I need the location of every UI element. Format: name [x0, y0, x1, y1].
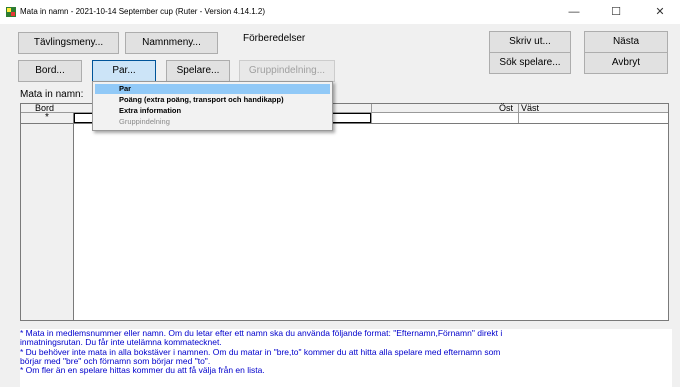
title-bar: Mata in namn - 2021-10-14 September cup …: [0, 0, 680, 24]
nasta-button[interactable]: Nästa: [584, 31, 668, 53]
window-title: Mata in namn - 2021-10-14 September cup …: [20, 7, 266, 16]
entry-grid[interactable]: Bord Öst Väst *: [20, 103, 669, 321]
par-button[interactable]: Par...: [92, 60, 156, 82]
menu-item-poang[interactable]: Poäng (extra poäng, transport och handik…: [95, 95, 330, 105]
column-header-vast: Väst: [521, 103, 540, 113]
app-icon: [6, 7, 16, 17]
row-header-column: [21, 104, 74, 320]
skriv-ut-button[interactable]: Skriv ut...: [489, 31, 571, 53]
help-line: * Om fler än en spelare hittas kommer du…: [20, 365, 265, 376]
tavlingsmeny-button[interactable]: Tävlingsmeny...: [18, 32, 119, 54]
section-label: Förberedelser: [243, 33, 306, 44]
par-popup-menu: Par Poäng (extra poäng, transport och ha…: [92, 81, 333, 131]
input-label: Mata in namn:: [20, 89, 84, 100]
avbryt-button[interactable]: Avbryt: [584, 52, 668, 74]
column-header-ost: Öst: [499, 103, 514, 113]
help-text-panel: * Mata in medlemsnummer eller namn. Om d…: [20, 328, 672, 387]
namnmeny-button[interactable]: Namnmeny...: [125, 32, 218, 54]
spelare-button[interactable]: Spelare...: [166, 60, 230, 82]
menu-item-extra-information[interactable]: Extra information: [95, 106, 330, 116]
gruppindelning-button[interactable]: Gruppindelning...: [239, 60, 335, 82]
row-marker: *: [45, 112, 49, 123]
minimize-button[interactable]: —: [556, 2, 592, 22]
sok-spelare-button[interactable]: Sök spelare...: [489, 52, 571, 74]
menu-item-par[interactable]: Par: [95, 84, 330, 94]
maximize-button[interactable]: ☐: [598, 2, 634, 22]
close-button[interactable]: ✕: [642, 2, 678, 22]
bord-button[interactable]: Bord...: [18, 60, 82, 82]
menu-item-gruppindelning: Gruppindelning: [119, 117, 170, 126]
